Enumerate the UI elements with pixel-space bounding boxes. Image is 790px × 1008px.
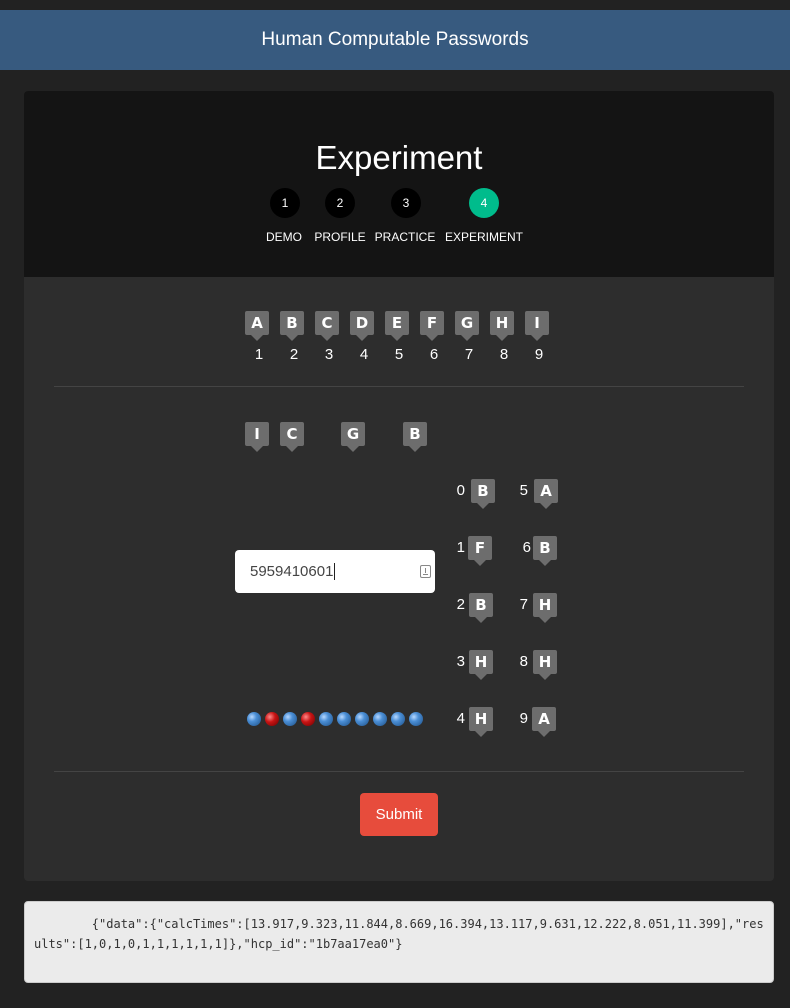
mapping-number: 5 xyxy=(394,346,404,363)
grid-letter: H xyxy=(469,650,493,680)
navbar-title: Human Computable Passwords xyxy=(261,29,529,50)
progress-dot-correct xyxy=(247,712,261,726)
grid-digit: 5 xyxy=(519,482,528,499)
grid-letter: A xyxy=(534,479,558,509)
grid-digit: 2 xyxy=(456,596,465,613)
challenge-letter: C xyxy=(280,422,304,452)
grid-digit: 0 xyxy=(456,482,465,499)
progress-dot-correct xyxy=(337,712,351,726)
mapping-number: 6 xyxy=(429,346,439,363)
navbar: Human Computable Passwords xyxy=(0,10,790,70)
mapping-number: 9 xyxy=(534,346,544,363)
step-1-label: DEMO xyxy=(266,230,302,244)
progress-dot-correct xyxy=(355,712,369,726)
grid-letter: B xyxy=(471,479,495,509)
mapping-letter: F xyxy=(420,311,444,341)
page-title: Experiment xyxy=(315,139,483,176)
mapping-number: 4 xyxy=(359,346,369,363)
progress-dot-correct xyxy=(409,712,423,726)
mapping-number: 2 xyxy=(289,346,299,363)
mapping-letter: G xyxy=(455,311,479,341)
step-4-label: EXPERIMENT xyxy=(444,230,524,244)
progress-dot-correct xyxy=(283,712,297,726)
mapping-letter: E xyxy=(385,311,409,341)
mapping-letter: A xyxy=(245,311,269,341)
step-2-label: PROFILE xyxy=(314,230,366,244)
grid-letter: H xyxy=(469,707,493,737)
grid-digit: 3 xyxy=(456,653,465,670)
grid-digit: 1 xyxy=(456,539,465,556)
mapping-letter: D xyxy=(350,311,374,341)
step-1-circle: 1 xyxy=(270,188,300,218)
grid-letter: H xyxy=(533,593,557,623)
challenge-letter: G xyxy=(341,422,365,452)
step-3-circle: 3 xyxy=(391,188,421,218)
progress-dot-wrong xyxy=(265,712,279,726)
challenge-letter: I xyxy=(245,422,269,452)
experiment-card: Experiment 1 2 3 4 DEMO PROFILE PRACTICE… xyxy=(24,91,774,881)
mapping-number: 8 xyxy=(499,346,509,363)
mapping-number: 1 xyxy=(254,346,264,363)
mapping-number: 3 xyxy=(324,346,334,363)
mapping-number: 7 xyxy=(464,346,474,363)
progress-dot-correct xyxy=(319,712,333,726)
divider xyxy=(54,771,744,772)
grid-digit: 8 xyxy=(519,653,528,670)
mapping-letter: C xyxy=(315,311,339,341)
step-3-label: PRACTICE xyxy=(374,230,436,244)
progress-dot-correct xyxy=(373,712,387,726)
grid-letter: F xyxy=(468,536,492,566)
mapping-letter: B xyxy=(280,311,304,341)
answer-input-value: 5959410601 xyxy=(250,563,334,580)
progress-dot-correct xyxy=(391,712,405,726)
grid-letter: A xyxy=(532,707,556,737)
step-2-circle: 2 xyxy=(325,188,355,218)
submit-button[interactable]: Submit xyxy=(360,793,438,836)
mapping-letter: H xyxy=(490,311,514,341)
card-header: Experiment 1 2 3 4 DEMO PROFILE PRACTICE… xyxy=(24,91,774,277)
top-strip xyxy=(0,0,790,10)
grid-digit: 6 xyxy=(522,539,531,556)
answer-input[interactable]: 5959410601 xyxy=(235,550,435,593)
output-json: {"data":{"calcTimes":[13.917,9.323,11.84… xyxy=(24,901,774,983)
grid-letter: B xyxy=(533,536,557,566)
progress-dot-wrong xyxy=(301,712,315,726)
step-4-circle: 4 xyxy=(469,188,499,218)
grid-letter: H xyxy=(533,650,557,680)
autofill-icon[interactable] xyxy=(420,565,431,578)
divider xyxy=(54,386,744,387)
grid-digit: 4 xyxy=(456,710,465,727)
grid-letter: B xyxy=(469,593,493,623)
text-caret xyxy=(334,563,336,580)
grid-digit: 7 xyxy=(519,596,528,613)
mapping-letter: I xyxy=(525,311,549,341)
grid-digit: 9 xyxy=(519,710,528,727)
challenge-letter: B xyxy=(403,422,427,452)
